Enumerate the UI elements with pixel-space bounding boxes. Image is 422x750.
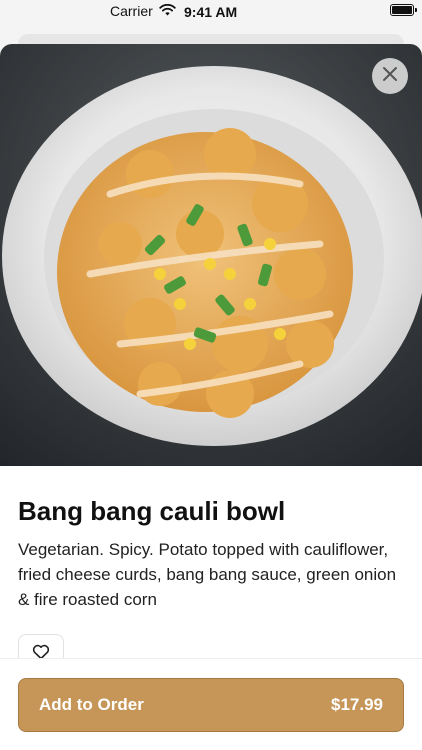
add-to-order-button[interactable]: Add to Order $17.99 (18, 678, 404, 732)
item-price: $17.99 (331, 695, 383, 714)
item-photo (0, 44, 422, 466)
close-button[interactable] (372, 58, 408, 94)
carrier-label: Carrier (110, 3, 153, 19)
item-detail-sheet: Bang bang cauli bowl Vegetarian. Spicy. … (0, 44, 422, 750)
status-bar: Carrier 9:41 AM (0, 0, 422, 26)
wifi-icon (159, 3, 176, 19)
bottom-action-bar: Add to Order $17.99 (0, 658, 422, 750)
item-description: Vegetarian. Spicy. Potato topped with ca… (18, 540, 397, 609)
item-info: Bang bang cauli bowl Vegetarian. Spicy. … (0, 466, 422, 612)
battery-level (392, 6, 412, 14)
item-title: Bang bang cauli bowl (18, 496, 286, 526)
battery-icon (390, 4, 417, 16)
status-time: 9:41 AM (184, 4, 238, 20)
status-left: Carrier (110, 3, 176, 19)
close-icon (382, 66, 398, 87)
add-to-order-label: Add to Order (39, 695, 144, 714)
